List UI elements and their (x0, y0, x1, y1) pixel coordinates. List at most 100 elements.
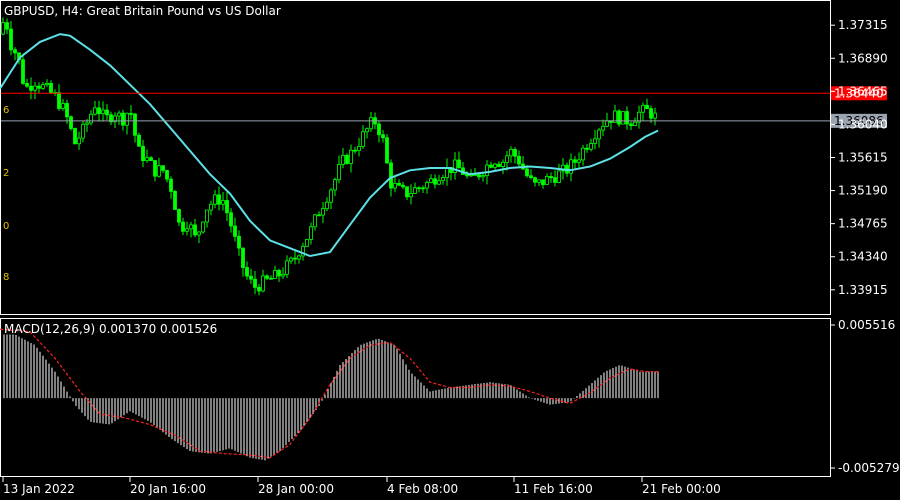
candle-body (577, 159, 581, 163)
candle-body (73, 128, 77, 145)
candle (101, 101, 105, 122)
time-tick-label: 20 Jan 16:00 (130, 482, 206, 496)
candle (509, 146, 513, 163)
candle (73, 127, 77, 145)
candle (441, 174, 445, 185)
candle (401, 181, 405, 190)
candle-body (541, 179, 545, 185)
candle-body (249, 275, 253, 280)
candle (221, 192, 225, 211)
candle (129, 105, 133, 120)
candle-body (221, 200, 225, 205)
candle (497, 161, 501, 168)
candle-body (273, 270, 277, 279)
candle-body (313, 214, 317, 228)
candle (285, 255, 289, 278)
candle-body (41, 84, 45, 89)
candle (609, 120, 613, 130)
price-tick-label: 1.34340 (838, 250, 888, 264)
candle-body (225, 200, 229, 214)
price-pane-frame (0, 0, 831, 315)
price-tick-label: 1.36040 (838, 117, 888, 131)
candle-body (389, 162, 393, 189)
candle (201, 221, 205, 234)
candle-body (25, 83, 29, 87)
candle (37, 82, 41, 94)
candle-body (349, 149, 353, 164)
candle-body (161, 165, 165, 171)
candle (457, 151, 461, 169)
candle-body (117, 112, 121, 117)
candle (25, 78, 29, 88)
candle (337, 155, 341, 184)
candle (169, 176, 173, 199)
candle (357, 137, 361, 157)
candle (45, 79, 49, 87)
candle (309, 222, 313, 245)
candle-body (177, 209, 181, 223)
candle (341, 147, 345, 169)
candlestick-series (1, 17, 657, 296)
time-axis: 13 Jan 2022 20 Jan 16:00 28 Jan 00:00 4 Feb… (2, 476, 721, 496)
candle-body (381, 134, 385, 139)
macd-tick-label: -0.005279 (838, 461, 900, 475)
candle (105, 104, 109, 120)
candle-body (193, 224, 197, 236)
candle-body (65, 103, 69, 118)
candle (125, 112, 129, 135)
candle-body (425, 182, 429, 189)
trading-chart[interactable]: 1.364401.36086 1.373151.368901.364651.36… (0, 0, 900, 500)
candle-body (157, 165, 161, 177)
candle (501, 159, 505, 175)
candle-body (197, 231, 201, 236)
candle (161, 165, 165, 174)
candle-body (81, 123, 85, 139)
candle-body (89, 113, 93, 124)
candle (517, 150, 521, 169)
candle (361, 125, 365, 149)
candle-body (69, 116, 73, 129)
candle (437, 174, 441, 186)
candle-body (101, 109, 105, 115)
candle-body (457, 159, 461, 169)
candle (369, 111, 373, 132)
candle (109, 111, 113, 126)
candle-body (621, 111, 625, 125)
candle-body (345, 154, 349, 164)
candle (453, 152, 457, 180)
time-tick-label: 11 Feb 16:00 (514, 482, 593, 496)
candle-body (645, 104, 649, 110)
candle (253, 270, 257, 295)
candle-body (5, 22, 9, 30)
candle-body (549, 176, 553, 179)
level-labels: 6 2 0 8 (3, 105, 9, 283)
macd-signal-line (0, 328, 660, 459)
candle (173, 189, 177, 210)
price-tick-label: 1.35190 (838, 184, 888, 198)
candle (425, 180, 429, 194)
candle (293, 249, 297, 265)
candle (397, 179, 401, 186)
candle-body (269, 277, 273, 280)
candle (189, 221, 193, 238)
candle-body (257, 286, 261, 292)
candle (97, 100, 101, 122)
candle (489, 161, 493, 169)
candle (181, 217, 185, 236)
candle (353, 146, 357, 154)
candle (317, 211, 321, 217)
candle (81, 121, 85, 143)
candle-body (137, 134, 141, 147)
candle (289, 256, 293, 265)
candle (573, 156, 577, 170)
candle-body (653, 112, 657, 119)
candle-body (533, 177, 537, 183)
level-label: 2 (3, 168, 9, 179)
price-tick-label: 1.35615 (838, 151, 888, 165)
candle (641, 102, 645, 121)
candle (577, 152, 581, 168)
candle-body (261, 275, 265, 292)
candle-body (441, 177, 445, 182)
price-axis: 1.37315 1.36890 1.36465 1.36040 1.35615 1.351… (830, 18, 888, 297)
candle (557, 163, 561, 184)
